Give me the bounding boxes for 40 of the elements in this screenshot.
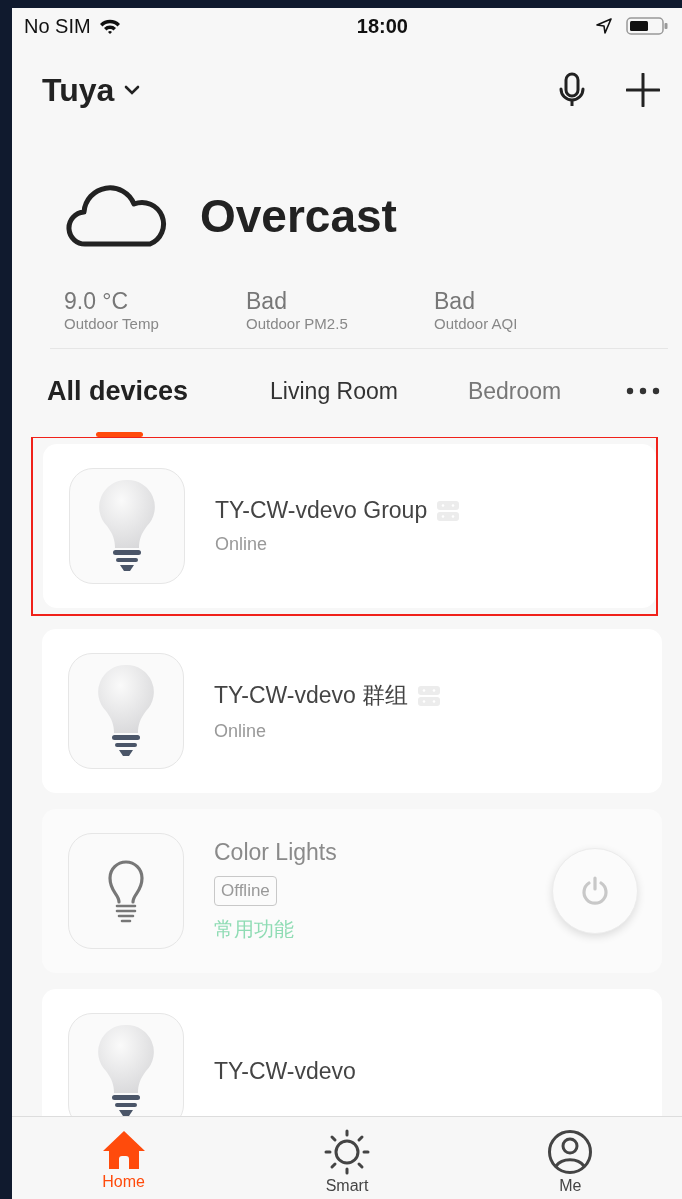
nav-tab[interactable]: Me — [458, 1117, 682, 1199]
home-selector[interactable]: Tuya — [42, 71, 141, 109]
power-icon — [579, 875, 611, 907]
offline-tag: Offline — [214, 876, 277, 906]
stat-value: Bad — [246, 288, 288, 315]
nav-tab[interactable]: Smart — [235, 1117, 459, 1199]
device-name: TY-CW-vdevo Group — [215, 497, 428, 524]
carrier-label: No SIM — [24, 14, 91, 38]
device-name: Color Lights — [214, 839, 337, 866]
clock-time: 18:00 — [356, 14, 408, 38]
profile-icon — [547, 1129, 594, 1175]
more-icon[interactable] — [626, 387, 660, 395]
plus-icon[interactable] — [626, 73, 660, 107]
battery-icon — [626, 16, 668, 36]
cloud-icon — [66, 184, 168, 248]
stat-label: Outdoor AQI — [434, 315, 519, 332]
room-tab[interactable]: Living Room — [270, 363, 398, 437]
stat-value: Bad — [434, 288, 476, 315]
stat-label: Outdoor Temp — [64, 315, 160, 332]
device-name: TY-CW-vdevo — [214, 1057, 356, 1085]
stat-label: Outdoor PM2.5 — [246, 315, 349, 332]
device-card[interactable]: TY-CW-vdevo — [42, 989, 662, 1116]
sun-icon — [323, 1129, 371, 1175]
wifi-icon — [98, 18, 121, 34]
room-tab[interactable]: All devices — [47, 363, 189, 437]
bulb-icon — [96, 663, 156, 759]
bulb-icon — [97, 478, 157, 574]
bulb-icon — [96, 1023, 156, 1116]
device-status: Online — [214, 721, 268, 742]
device-name: TY-CW-vdevo 群组 — [214, 681, 409, 710]
device-card[interactable]: TY-CW-vdevo Group Online — [43, 444, 656, 608]
microphone-icon[interactable] — [558, 72, 586, 108]
device-status: Online — [215, 534, 269, 555]
device-card[interactable]: TY-CW-vdevo 群组 Online — [42, 629, 662, 793]
room-tab[interactable]: Bedroom — [467, 363, 568, 437]
chevron-down-icon — [124, 85, 141, 95]
weather-condition: Overcast — [200, 189, 397, 243]
bulb-outline-icon — [106, 858, 146, 924]
location-arrow-icon — [596, 18, 612, 34]
stat-value: 9.0 °C — [64, 288, 130, 315]
